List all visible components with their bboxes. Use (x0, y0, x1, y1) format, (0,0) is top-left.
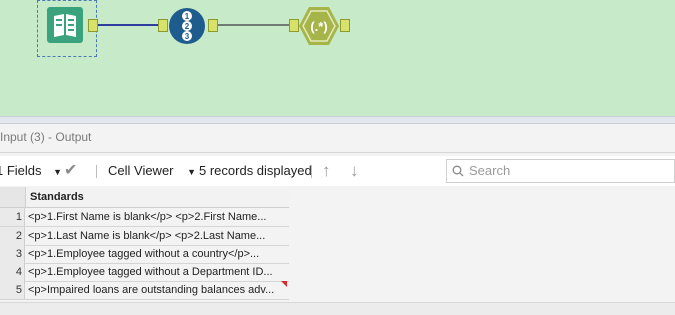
table-cell[interactable]: <p>1.First Name is blank</p> <p>2.First … (28, 208, 286, 226)
output-anchor[interactable] (340, 19, 350, 32)
table-row[interactable]: 5 <p>Impaired loans are outstanding bala… (0, 281, 289, 300)
search-input[interactable]: Search (446, 159, 675, 183)
regex-icon: (.*) (299, 7, 339, 45)
chevron-down-icon: ▼ (53, 167, 63, 177)
grid-header: Standards (0, 187, 289, 208)
connector-line (98, 24, 160, 26)
records-count: 5 records displayed (199, 163, 312, 178)
workflow-canvas[interactable]: 1 2 3 (.*) (0, 0, 675, 116)
record-id-icon: 1 2 3 (169, 8, 205, 44)
search-placeholder: Search (469, 163, 511, 178)
row-number: 2 (0, 227, 25, 245)
results-toolbar: 1 Fields ▼ ✔ Cell Viewer ▼ 5 records dis… (0, 156, 675, 186)
arrow-up-icon[interactable]: ↑ (322, 156, 331, 186)
table-cell[interactable]: <p>1.Employee tagged without a country</… (28, 245, 286, 263)
table-row[interactable]: 2 <p>1.Last Name is blank</p> <p>2.Last … (0, 227, 289, 246)
table-cell[interactable]: <p>1.Employee tagged without a Departmen… (28, 263, 286, 281)
row-number: 1 (0, 208, 25, 226)
output-anchor[interactable] (208, 19, 218, 32)
divider (0, 152, 675, 153)
chevron-down-icon: ▼ (187, 167, 197, 177)
svg-text:(.*): (.*) (310, 19, 327, 34)
truncation-flag-icon (281, 281, 287, 287)
input-anchor[interactable] (158, 19, 168, 32)
record-id-tool[interactable]: 1 2 3 (168, 7, 206, 45)
row-number: 4 (0, 263, 25, 281)
row-number: 5 (0, 281, 25, 299)
input-tool[interactable] (46, 6, 84, 44)
checkmark-icon[interactable]: ✔ (64, 156, 77, 186)
arrow-down-icon[interactable]: ↓ (350, 156, 359, 186)
cell-viewer-label: Cell Viewer (108, 163, 174, 178)
fields-label: 1 Fields (0, 163, 42, 178)
regex-tool[interactable]: (.*) (298, 6, 340, 46)
cell-viewer-dropdown[interactable]: Cell Viewer ▼ (108, 156, 196, 186)
connector-line (218, 24, 290, 26)
grid-empty-area (289, 187, 675, 301)
separator (311, 165, 312, 178)
horizontal-scrollbar[interactable] (0, 302, 675, 315)
svg-text:1: 1 (185, 12, 190, 21)
pane-splitter[interactable] (0, 116, 675, 124)
column-header-standards[interactable]: Standards (30, 187, 84, 207)
table-row[interactable]: 1 <p>1.First Name is blank</p> <p>2.Firs… (0, 208, 289, 227)
output-anchor[interactable] (88, 19, 98, 32)
separator (96, 165, 97, 178)
table-cell[interactable]: <p>1.Last Name is blank</p> <p>2.Last Na… (28, 227, 286, 245)
search-icon (452, 165, 464, 177)
table-row[interactable]: 4 <p>1.Employee tagged without a Departm… (0, 263, 289, 282)
svg-text:2: 2 (185, 22, 190, 31)
table-cell[interactable]: <p>Impaired loans are outstanding balanc… (28, 281, 286, 299)
svg-text:3: 3 (185, 32, 190, 41)
table-row[interactable]: 3 <p>1.Employee tagged without a country… (0, 245, 289, 264)
book-input-icon (47, 7, 83, 43)
fields-dropdown[interactable]: 1 Fields ▼ (0, 156, 62, 186)
grid-corner[interactable] (0, 187, 26, 207)
results-title: Input (3) - Output (0, 130, 92, 144)
row-number: 3 (0, 245, 25, 263)
